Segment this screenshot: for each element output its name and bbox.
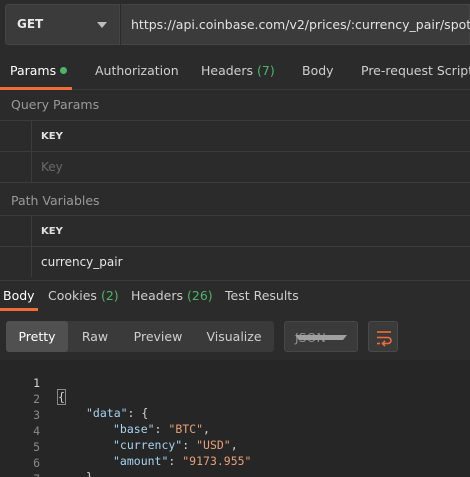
tab-response-body-label: Body — [3, 288, 35, 303]
method-label: GET — [17, 17, 44, 31]
query-key-header: KEY — [41, 131, 63, 142]
visualize-button[interactable]: Visualize — [198, 321, 270, 352]
path-variables-header-row: KEY — [0, 215, 470, 246]
tab-authorization-label: Authorization — [95, 63, 179, 78]
row-gutter — [0, 216, 32, 246]
tab-params-label: Params — [10, 63, 57, 78]
active-tab-indicator — [0, 87, 72, 90]
path-variables-section: Path Variables — [0, 182, 470, 216]
wrap-lines-button[interactable] — [368, 321, 398, 352]
chevron-down-icon — [295, 335, 347, 340]
code-line: 3 "base": "BTC", — [0, 394, 470, 436]
tab-headers[interactable]: Headers (7) — [201, 63, 275, 78]
path-variable-key[interactable]: currency_pair — [41, 255, 123, 269]
row-gutter — [0, 247, 32, 277]
response-tabs: Body Cookies (2) Headers (26) Test Resul… — [0, 280, 470, 311]
params-active-dot-icon — [60, 67, 68, 74]
raw-button[interactable]: Raw — [70, 321, 120, 352]
path-key-header: KEY — [41, 226, 63, 237]
tab-response-headers-label: Headers — [131, 288, 184, 303]
tab-authorization[interactable]: Authorization — [95, 63, 179, 78]
tab-headers-label: Headers — [201, 63, 254, 78]
response-toolbar: Pretty Raw Preview Visualize JSON — [0, 318, 470, 354]
url-input[interactable]: https://api.coinbase.com/v2/prices/:curr… — [121, 4, 470, 45]
response-body-editor[interactable]: 1 { 2 "data": { 3 "base": "BTC", 4 "curr… — [0, 360, 470, 477]
code-line: 4 "currency": "USD", — [0, 410, 470, 452]
cookies-count: (2) — [100, 288, 119, 303]
query-params-header-row: KEY — [0, 120, 470, 151]
response-headers-count: (26) — [187, 288, 213, 303]
code-line: 7 } — [0, 458, 470, 477]
tab-body[interactable]: Body — [302, 63, 334, 78]
chevron-down-icon — [97, 22, 107, 28]
preview-button[interactable]: Preview — [126, 321, 190, 352]
tab-cookies[interactable]: Cookies (2) — [48, 288, 119, 303]
tab-pre-request-label: Pre-request Script — [361, 63, 470, 78]
url-text: https://api.coinbase.com/v2/prices/:curr… — [131, 17, 470, 32]
tab-response-body[interactable]: Body — [3, 288, 35, 303]
tab-params[interactable]: Params — [10, 63, 68, 78]
tab-body-label: Body — [302, 63, 334, 78]
code-line: 5 "amount": "9173.955" — [0, 426, 470, 468]
query-params-title: Query Params — [11, 97, 100, 112]
pretty-button[interactable]: Pretty — [6, 321, 68, 352]
line-number: 7 — [0, 472, 40, 477]
format-select[interactable]: JSON — [284, 321, 358, 352]
active-response-tab-indicator — [0, 308, 38, 311]
view-mode-group: Pretty Raw Preview Visualize — [6, 321, 274, 352]
path-variables-title: Path Variables — [11, 193, 100, 208]
code-line: 1 { — [0, 362, 470, 405]
wrap-lines-icon — [377, 331, 392, 347]
request-tabs: Params Authorization Headers (7) Body Pr… — [0, 52, 470, 90]
path-variable-row: currency_pair — [0, 246, 470, 277]
tab-cookies-label: Cookies — [48, 288, 97, 303]
tab-test-results[interactable]: Test Results — [225, 288, 299, 303]
request-url-bar: GET https://api.coinbase.com/v2/prices/:… — [0, 0, 470, 50]
row-gutter — [0, 152, 32, 182]
row-gutter — [0, 121, 32, 151]
tab-response-headers[interactable]: Headers (26) — [131, 288, 213, 303]
headers-count: (7) — [257, 63, 275, 78]
method-select[interactable]: GET — [5, 4, 120, 45]
code-line: 2 "data": { — [0, 378, 470, 420]
tab-test-results-label: Test Results — [225, 288, 299, 303]
code-line: 6 } — [0, 442, 470, 477]
query-key-input[interactable]: Key — [41, 160, 63, 174]
query-params-empty-row: Key — [0, 151, 470, 182]
tab-pre-request-script[interactable]: Pre-request Script — [361, 63, 470, 78]
